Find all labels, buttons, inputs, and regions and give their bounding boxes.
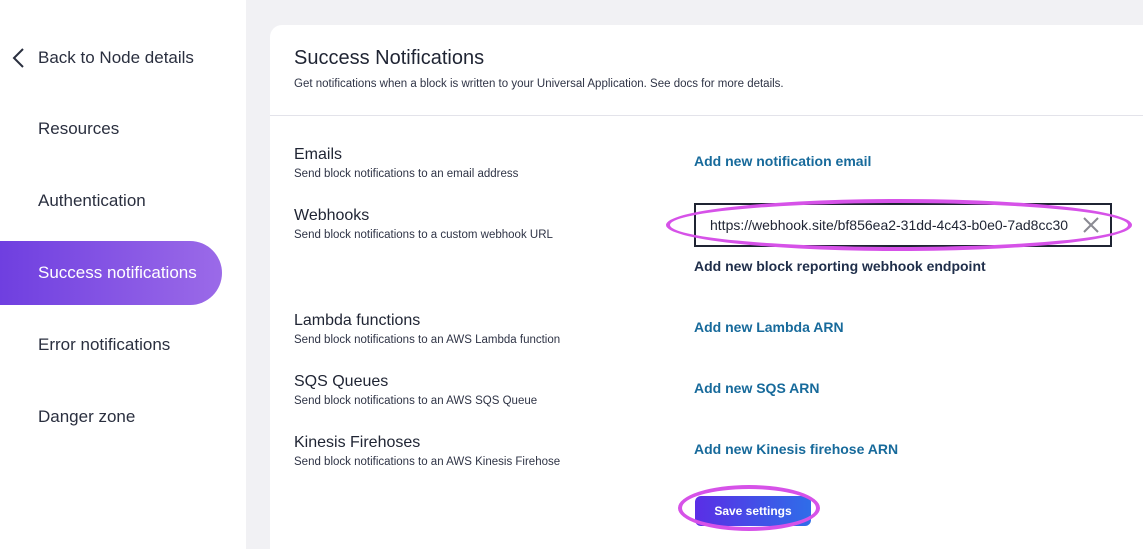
sqs-desc: Send block notifications to an AWS SQS Q… bbox=[294, 395, 538, 407]
kinesis-desc: Send block notifications to an AWS Kines… bbox=[294, 456, 561, 468]
sidebar-item-resources[interactable]: Resources bbox=[0, 97, 222, 161]
close-icon[interactable] bbox=[1082, 216, 1100, 234]
emails-title: Emails bbox=[294, 146, 343, 163]
sidebar-item-success-notifications[interactable]: Success notifications bbox=[0, 241, 222, 305]
emails-desc: Send block notifications to an email add… bbox=[294, 168, 519, 180]
page-subtitle: Get notifications when a block is writte… bbox=[294, 78, 784, 90]
sidebar-item-danger-zone[interactable]: Danger zone bbox=[0, 385, 222, 449]
add-notification-email-link[interactable]: Add new notification email bbox=[694, 153, 871, 169]
add-sqs-arn-link[interactable]: Add new SQS ARN bbox=[694, 380, 820, 396]
sqs-title: SQS Queues bbox=[294, 373, 389, 390]
page-title: Success Notifications bbox=[294, 47, 485, 69]
save-settings-button[interactable]: Save settings bbox=[695, 496, 811, 526]
add-lambda-arn-link[interactable]: Add new Lambda ARN bbox=[694, 319, 844, 335]
back-label: Back to Node details bbox=[38, 48, 194, 67]
back-to-node-details-link[interactable]: Back to Node details bbox=[10, 44, 194, 72]
webhooks-title: Webhooks bbox=[294, 207, 370, 224]
sidebar-item-error-notifications[interactable]: Error notifications bbox=[0, 313, 222, 377]
notifications-card: Success Notifications Get notifications … bbox=[270, 25, 1143, 549]
kinesis-title: Kinesis Firehoses bbox=[294, 434, 421, 451]
add-kinesis-firehose-arn-link[interactable]: Add new Kinesis firehose ARN bbox=[694, 441, 898, 457]
add-webhook-endpoint-link[interactable]: Add new block reporting webhook endpoint bbox=[694, 258, 986, 274]
card-header: Success Notifications Get notifications … bbox=[270, 25, 1143, 116]
lambda-title: Lambda functions bbox=[294, 312, 421, 329]
webhooks-desc: Send block notifications to a custom web… bbox=[294, 229, 553, 241]
lambda-desc: Send block notifications to an AWS Lambd… bbox=[294, 334, 561, 346]
sidebar-item-authentication[interactable]: Authentication bbox=[0, 169, 222, 233]
sidebar: Back to Node details Resources Authentic… bbox=[0, 0, 246, 549]
webhook-url-field bbox=[694, 203, 1112, 247]
webhook-url-input[interactable] bbox=[710, 205, 1082, 245]
chevron-left-icon bbox=[12, 48, 24, 68]
